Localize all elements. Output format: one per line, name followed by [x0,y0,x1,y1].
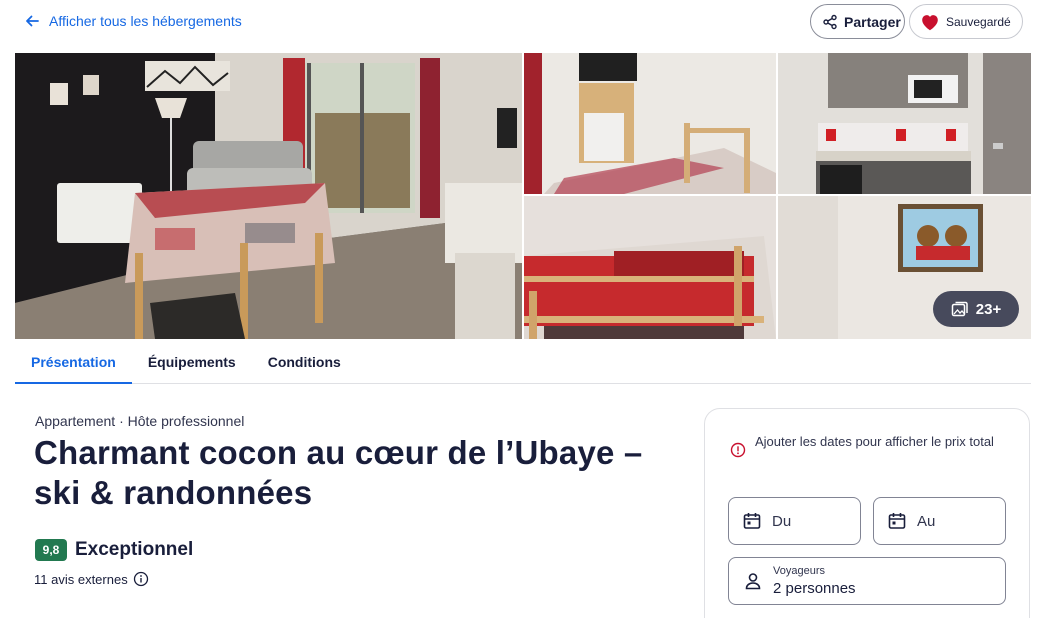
tab-conditions[interactable]: Conditions [252,341,357,383]
photo-count-button[interactable]: 23+ [933,291,1019,327]
share-button[interactable]: Partager [810,4,905,39]
tab-presentation[interactable]: Présentation [15,341,132,384]
back-link-label: Afficher tous les hébergements [49,13,242,29]
info-icon[interactable] [133,571,149,587]
photo-count-label: 23+ [975,300,1002,318]
price-notice-text: Ajouter les dates pour afficher le prix … [755,434,994,449]
rating-row: 9,8 Exceptionnel [35,539,193,561]
calendar-icon [742,511,762,531]
back-link[interactable]: Afficher tous les hébergements [24,11,242,31]
rating-label: Exceptionnel [75,539,194,560]
travellers-field[interactable]: Voyageurs 2 personnes [728,557,1006,605]
photo-gallery: 23+ [15,53,1031,339]
check-out-placeholder: Au [917,512,936,530]
calendar-icon [887,511,907,531]
tab-equipements[interactable]: Équipements [132,341,252,383]
section-tabs: Présentation Équipements Conditions [15,341,1031,384]
host-type: Hôte professionnel [127,413,245,429]
meta-separator: · [119,413,124,429]
travellers-value: 2 personnes [773,580,856,597]
rating-score-badge: 9,8 [35,539,67,561]
share-icon [822,14,838,30]
travellers-label: Voyageurs [773,565,825,577]
photo-living-room[interactable] [15,53,522,339]
person-icon [743,571,763,591]
gallery-icon [951,300,969,318]
property-meta: Appartement · Hôte professionnel [35,413,244,429]
travellers-text: Voyageurs 2 personnes [773,565,856,597]
property-type: Appartement [35,413,116,429]
saved-button[interactable]: Sauvegardé [909,4,1023,39]
share-button-label: Partager [844,13,901,30]
reviews-count: 11 avis externes [34,571,128,587]
check-in-field[interactable]: Du [728,497,861,545]
photo-tv-corner[interactable] [524,53,776,194]
reviews-row: 11 avis externes [34,571,149,587]
heart-icon [919,11,941,33]
saved-button-label: Sauvegardé [946,14,1011,29]
price-notice: Ajouter les dates pour afficher le prix … [730,433,1010,458]
top-actions: Partager Sauvegardé [810,4,1023,39]
photo-wall-frame[interactable]: 23+ [778,196,1031,339]
arrow-left-icon [24,13,40,29]
alert-icon [730,442,746,458]
booking-card: Ajouter les dates pour afficher le prix … [704,408,1030,618]
check-out-field[interactable]: Au [873,497,1006,545]
check-in-placeholder: Du [772,512,792,530]
property-title: Charmant cocon au cœur de l’Ubaye – ski … [34,434,643,511]
photo-bunk-bed[interactable] [524,196,776,339]
photo-kitchen[interactable] [778,53,1031,194]
